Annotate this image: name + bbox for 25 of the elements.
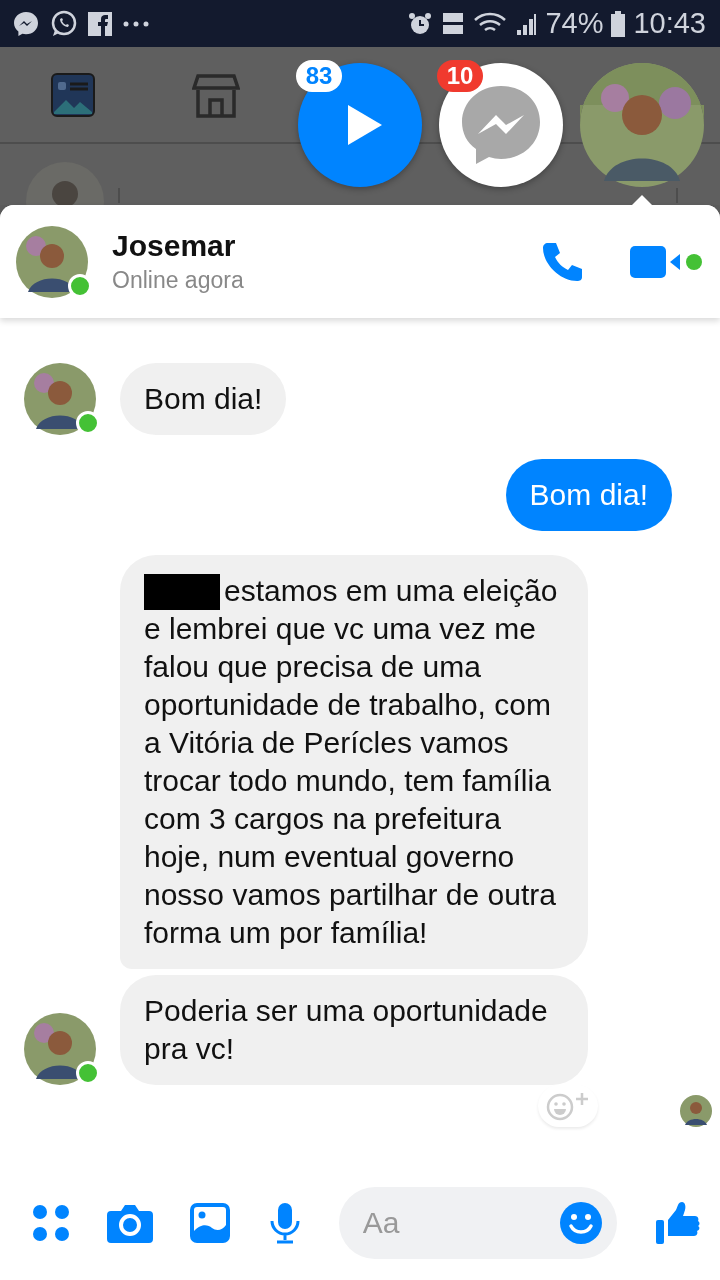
phone-chat-icon xyxy=(50,9,78,38)
f-icon xyxy=(88,11,112,36)
seen-avatar xyxy=(680,1095,712,1127)
clock: 10:43 xyxy=(633,7,706,40)
presence-status: Online agora xyxy=(112,267,245,294)
message-bubble: Bom dia! xyxy=(505,459,672,531)
message-bubble: Bom dia! xyxy=(120,363,287,435)
news-feed-icon xyxy=(50,71,96,118)
camera-icon[interactable] xyxy=(107,1202,154,1243)
avatar[interactable] xyxy=(580,63,704,187)
avatar xyxy=(24,363,96,435)
alarm-icon xyxy=(407,10,434,37)
message-field[interactable]: Aa xyxy=(338,1186,617,1259)
contact-name: Josemar xyxy=(112,229,237,263)
battery-icon xyxy=(611,10,626,37)
thumbs-up-icon[interactable] xyxy=(653,1199,700,1246)
apps-icon[interactable] xyxy=(32,1203,70,1242)
battery-level: 74% xyxy=(545,7,604,40)
message-bubble: Poderia ser uma oportunidade pra vc! xyxy=(120,975,588,1085)
messenger-icon xyxy=(12,9,40,38)
emoji-icon[interactable] xyxy=(558,1200,603,1245)
image-icon[interactable] xyxy=(190,1202,231,1243)
store-icon xyxy=(192,71,240,118)
avatar xyxy=(24,1013,96,1085)
more-icon xyxy=(122,19,150,28)
